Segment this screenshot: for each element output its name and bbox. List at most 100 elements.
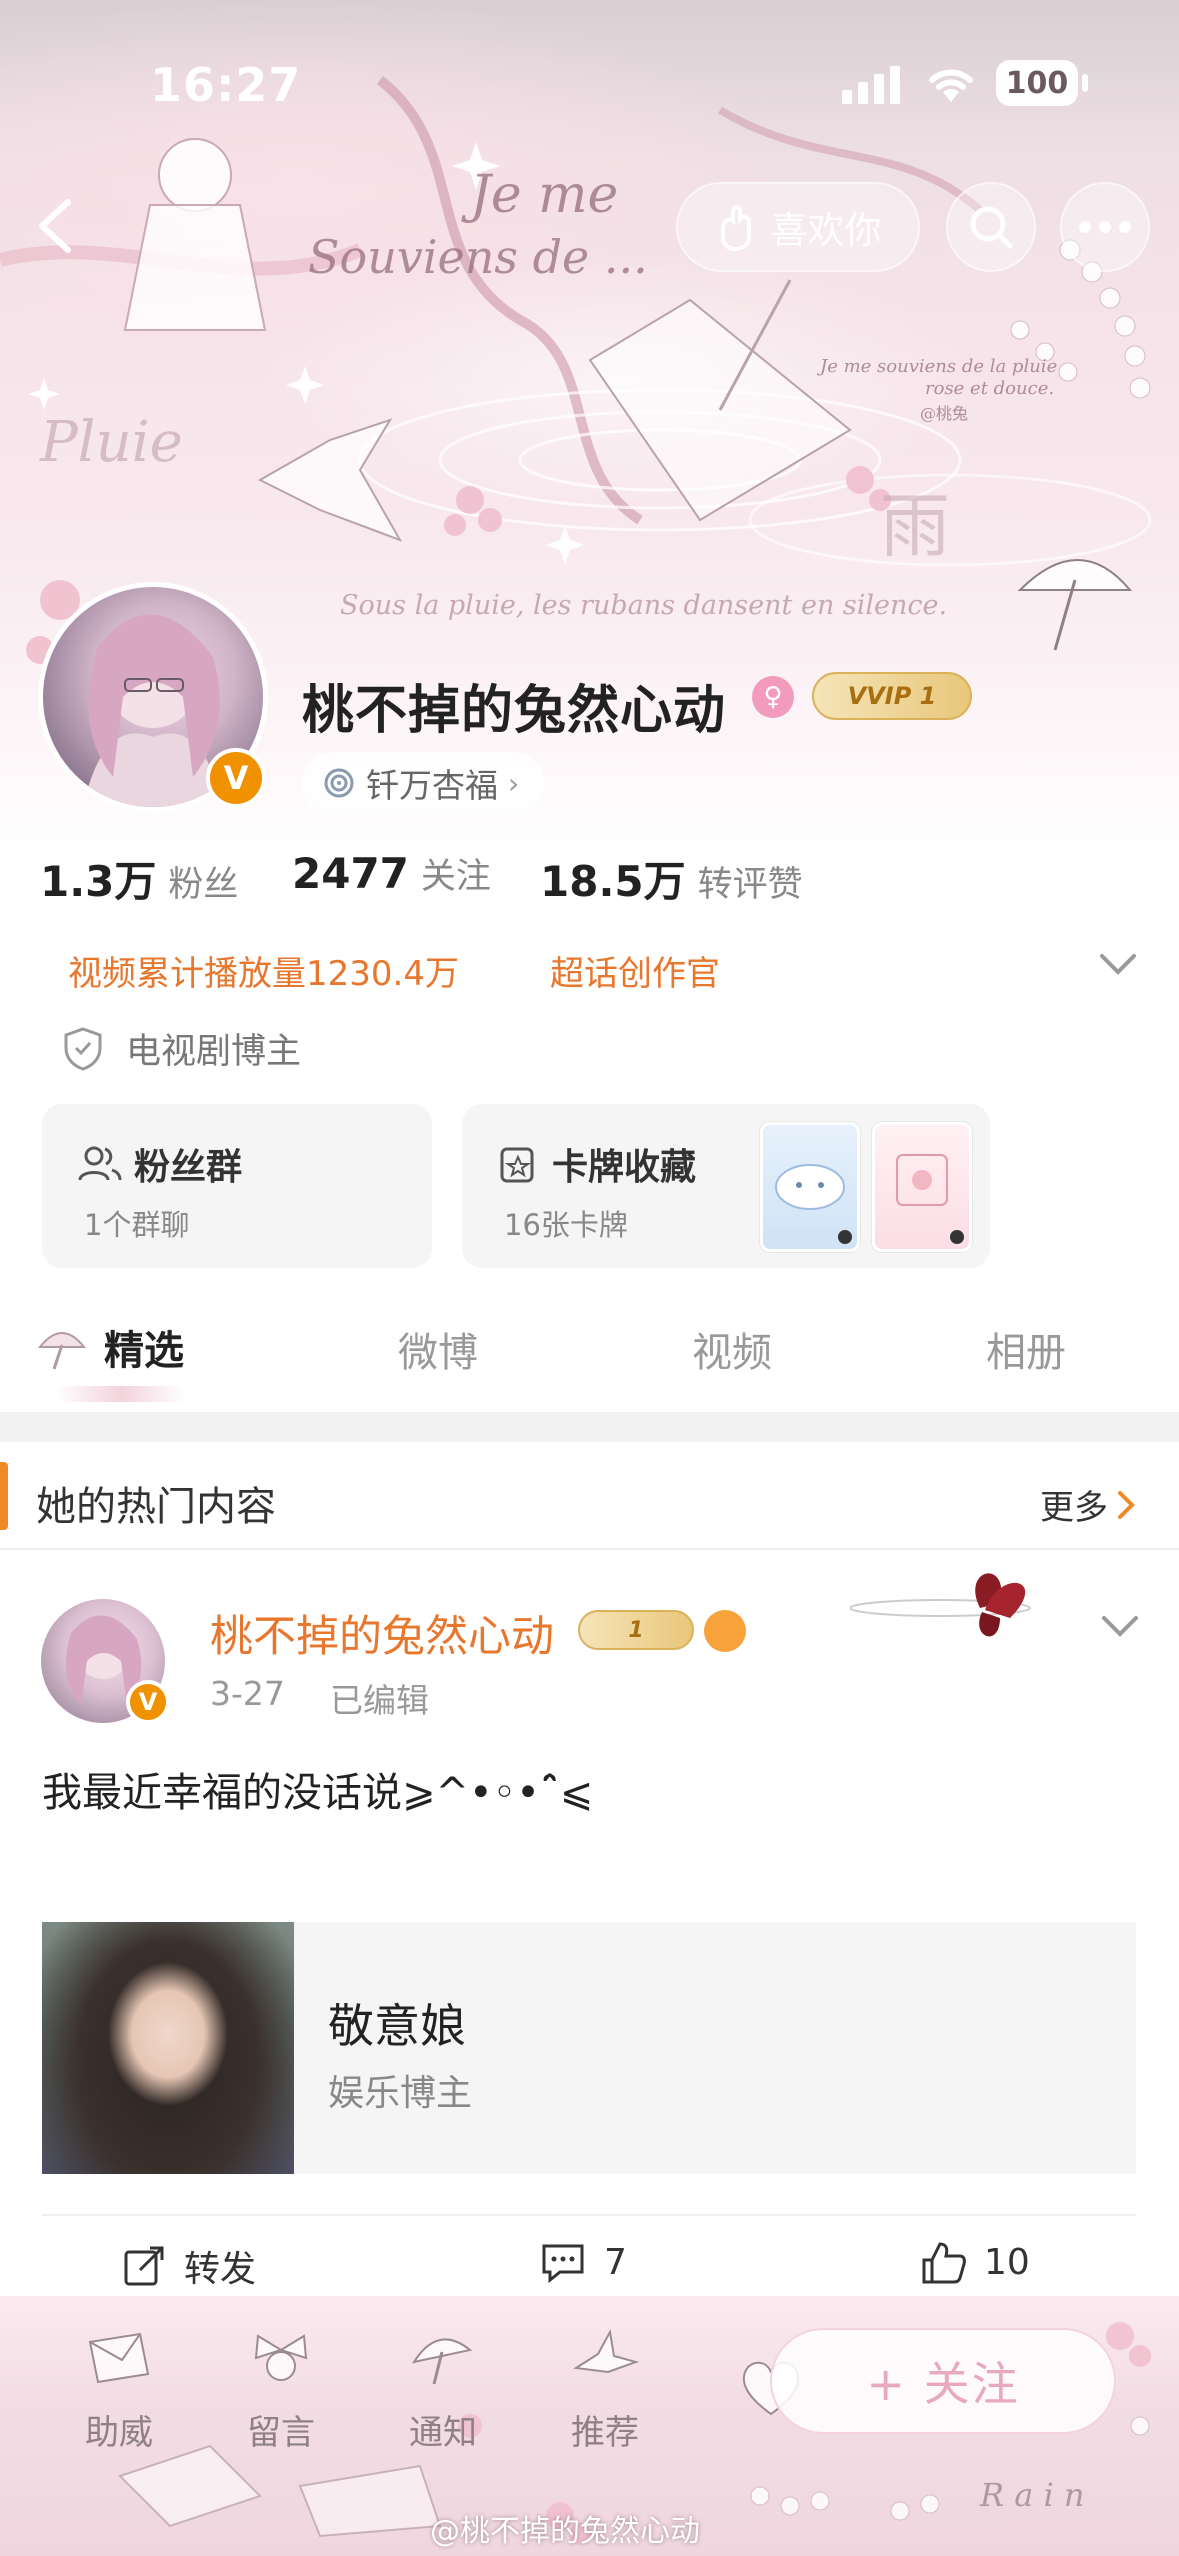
comment-count: 7 [604,2241,627,2283]
search-icon [970,206,1013,249]
collection-card-thumbnail [760,1122,860,1252]
banner-deco-text: Souviens de ... [308,230,648,284]
section-gap [0,1412,1179,1442]
hot-content-title: 她的热门内容 [36,1484,276,1530]
super-topic-highlight[interactable]: 超话创作官 [550,946,720,995]
more-button[interactable] [1060,182,1150,272]
banner-deco-text: Je me souviens de la pluie [820,356,1058,377]
profile-tag[interactable]: 钎万杏福 › [302,752,546,814]
like-count: 10 [984,2241,1030,2283]
repost-button[interactable]: 转发 [122,2240,256,2292]
card-collection-card[interactable]: 卡牌收藏 16张卡牌 [462,1104,990,1268]
certification: 电视剧博主 [62,1023,301,1074]
envelope-icon [88,2332,150,2384]
banner-deco-text: Sous la pluie, les rubans dansent en sil… [340,590,948,621]
tab-active-indicator [56,1386,186,1402]
post-author-name[interactable]: 桃不掉的兔然心动 [210,1602,554,1664]
stat-value: 1.3万 [40,857,157,906]
hot-content-more[interactable]: 更多 [1040,1480,1136,1529]
stat-value: 18.5万 [540,857,686,906]
nav-recommend-label: 推荐 [571,2413,639,2453]
shield-icon [64,1026,102,1071]
nav-notify[interactable]: 通知 [378,2328,508,2454]
repost-label: 转发 [184,2249,257,2290]
like-you-button[interactable]: 喜欢你 [676,182,920,272]
post-date: 3-27 [210,1674,285,1713]
group-icon [78,1146,122,1181]
post-vip-badge: 1 [578,1610,694,1650]
svg-text:R a i n: R a i n [979,2476,1085,2514]
more-icon [1079,221,1131,233]
tab-featured[interactable]: 精选 [36,1318,184,1376]
repost-icon [124,2246,164,2286]
battery-level: 100 [1005,65,1069,101]
fish-badge-icon [704,1610,746,1652]
stat-followers[interactable]: 1.3万 粉丝 [40,848,238,909]
more-label: 更多 [1040,1488,1108,1528]
banner-deco-text: @桃兔 [920,404,969,423]
like-button[interactable]: 10 [920,2240,1030,2284]
chevron-right-icon [1118,1490,1135,1519]
battery-tip [1082,74,1088,92]
signal-icon [842,64,902,108]
tab-album[interactable]: 相册 [986,1320,1066,1378]
card-collection-title: 卡牌收藏 [552,1147,697,1188]
like-hand-icon [720,205,751,251]
back-button[interactable] [30,196,80,260]
stat-following[interactable]: 2477 关注 [292,848,491,899]
umbrella-tab-icon [37,1332,87,1370]
profile-username: 桃不掉的兔然心动 [302,681,727,741]
umbrella-icon [411,2338,473,2385]
banner-deco-text: 雨 [880,485,950,567]
nav-notify-label: 通知 [409,2413,477,2453]
vvip-badge[interactable]: VVIP 1 [812,672,972,720]
divider [42,2214,1136,2216]
battery-icon: 100 [996,60,1078,106]
stat-label: 转评赞 [697,865,803,905]
thumbs-up-icon [922,2242,966,2284]
nav-recommend[interactable]: 推荐 [540,2328,670,2454]
spiral-icon [324,768,354,798]
chevron-right-icon: › [508,766,520,800]
follow-button[interactable]: + 关注 [770,2328,1116,2434]
like-you-label: 喜欢你 [770,209,882,252]
female-icon: ♀ [752,676,794,718]
comment-button[interactable]: 7 [540,2240,627,2284]
tab-featured-label: 精选 [104,1328,184,1374]
fan-group-card[interactable]: 粉丝群 1个群聊 [42,1104,432,1268]
fan-group-subtitle: 1个群聊 [84,1208,190,1242]
post-text: 我最近幸福的没话说⩾^•◦•ˆ̑⩽ [42,1770,594,1816]
shared-user-role: 娱乐博主 [328,2073,473,2114]
watermark: @桃不掉的兔然心动 [430,2514,700,2549]
shared-user-photo [42,1922,294,2174]
tab-videos[interactable]: 视频 [692,1320,772,1378]
fan-group-title: 粉丝群 [134,1147,243,1188]
post-edited-label: 已编辑 [330,1681,429,1720]
chevron-down-icon[interactable] [1098,952,1138,982]
video-plays-highlight[interactable]: 视频累计播放量1230.4万 [68,946,459,995]
paper-crane-icon [573,2328,640,2374]
stat-interactions[interactable]: 18.5万 转评赞 [540,848,803,909]
stat-label: 粉丝 [168,865,239,905]
butterfly-decoration [849,1548,1080,1672]
banner-deco-text: Je me [470,165,619,225]
nav-message[interactable]: 留言 [216,2328,346,2454]
banner-deco-text: rose et douce. [925,378,1055,399]
tab-weibo[interactable]: 微博 [398,1320,478,1378]
section-accent-bar [0,1462,8,1530]
wifi-icon [924,62,978,110]
nav-cheer[interactable]: 助威 [54,2328,184,2454]
comment-icon [542,2244,584,2284]
banner-deco-text: Pluie [40,410,183,475]
card-collection-subtitle: 16张卡牌 [504,1208,628,1242]
stat-label: 关注 [420,857,491,897]
shared-user-name: 敬意娘 [328,1999,466,2053]
post-verified-badge: V [126,1680,170,1724]
verified-badge: V [206,748,266,808]
profile-tag-label: 钎万杏福 [366,766,498,805]
post-menu-chevron-icon[interactable] [1100,1614,1140,1644]
ribbon-bow-icon [254,2334,308,2381]
search-button[interactable] [946,182,1036,272]
status-time: 16:27 [150,58,302,112]
collection-card-thumbnail [872,1122,972,1252]
